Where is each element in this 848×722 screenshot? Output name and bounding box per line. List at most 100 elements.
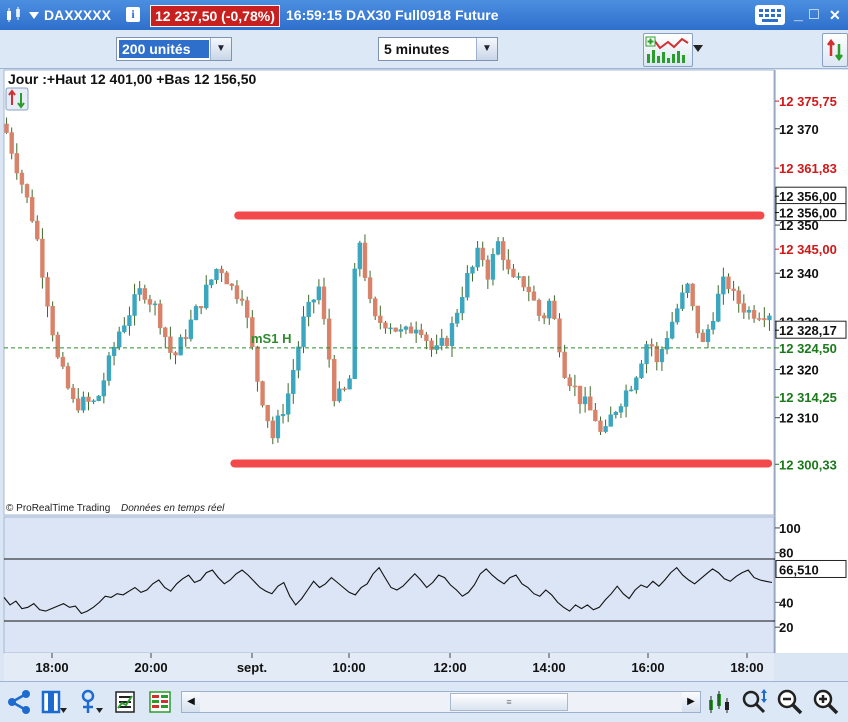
- candle-down: [485, 259, 491, 280]
- candle-down: [163, 327, 168, 338]
- osc-tick-label: 80: [779, 546, 793, 561]
- zoom-out-icon[interactable]: [776, 688, 804, 716]
- chevron-down-icon[interactable]: ▼: [210, 38, 231, 60]
- candle-up: [337, 388, 342, 402]
- candle-down: [29, 196, 35, 222]
- chevron-down-icon[interactable]: ▼: [476, 38, 497, 60]
- candle-up: [644, 344, 649, 365]
- candle-down: [342, 388, 347, 391]
- candle-up: [675, 308, 680, 323]
- candle-up: [721, 276, 726, 295]
- candle-down: [198, 306, 204, 309]
- candles-icon[interactable]: [5, 6, 23, 24]
- candle-down: [60, 356, 66, 367]
- auto-scale-icon[interactable]: [706, 688, 734, 716]
- candle-down: [173, 352, 178, 356]
- candle-up: [214, 268, 219, 281]
- candle-up: [91, 400, 96, 402]
- window-layout-icon[interactable]: [40, 688, 68, 716]
- candle-down: [45, 277, 50, 307]
- keyboard-icon[interactable]: [755, 5, 785, 25]
- units-select[interactable]: 200 unités ▼: [116, 37, 232, 61]
- chevron-down-icon[interactable]: [693, 45, 703, 52]
- drawing-tools-icon[interactable]: [78, 688, 106, 716]
- clock-time: 16:59:15: [286, 7, 343, 23]
- candle-down: [757, 318, 762, 320]
- title-bar: DAXXXXX i 12 237,50 (-0,78%) 16:59:15 DA…: [0, 0, 848, 30]
- minimize-button[interactable]: _: [794, 0, 803, 30]
- candle-up: [306, 301, 311, 317]
- candle-up: [449, 323, 455, 347]
- candle-up: [629, 389, 634, 392]
- candle-up: [311, 299, 316, 303]
- candle-down: [424, 334, 429, 342]
- candle-down: [562, 351, 567, 378]
- osc-tick-label: 100: [779, 521, 801, 536]
- horizontal-scrollbar[interactable]: ◀ ≡ ▶: [181, 691, 701, 713]
- refresh-button[interactable]: [822, 33, 848, 67]
- candle-up: [475, 247, 480, 268]
- candle-up: [547, 300, 552, 319]
- restore-button[interactable]: □: [809, 0, 819, 30]
- candle-down: [260, 381, 265, 406]
- candle-up: [669, 321, 675, 339]
- candle-up: [582, 396, 588, 405]
- candle-down: [408, 326, 414, 334]
- candle-down: [649, 344, 654, 347]
- zoom-in-icon[interactable]: [812, 688, 840, 716]
- units-value: 200 unités: [119, 40, 209, 58]
- candle-down: [76, 398, 81, 411]
- candle-down: [326, 318, 332, 360]
- instrument-name[interactable]: DAXXXXX: [44, 0, 111, 30]
- candle-down: [234, 285, 240, 300]
- candle-down: [567, 377, 572, 387]
- candle-up: [767, 315, 772, 321]
- candle-down: [444, 337, 450, 347]
- candle-up: [96, 395, 101, 401]
- info-icon[interactable]: i: [126, 7, 140, 22]
- y-tick-label: 12 310: [779, 411, 819, 426]
- candle-up: [680, 292, 685, 309]
- candle-up: [132, 294, 137, 316]
- candle-up: [618, 406, 624, 413]
- candle-up: [152, 303, 158, 306]
- order-button[interactable]: [5, 87, 29, 111]
- candle-down: [588, 396, 593, 411]
- x-tick-label: 12:00: [433, 660, 466, 675]
- candle-up: [204, 284, 209, 309]
- scroll-right-arrow[interactable]: ▶: [682, 692, 700, 712]
- y-tick-label: 12 320: [779, 363, 819, 378]
- scrollbar-thumb[interactable]: ≡: [450, 693, 568, 711]
- scroll-left-arrow[interactable]: ◀: [182, 692, 200, 712]
- table-icon[interactable]: [146, 688, 174, 716]
- candle-up: [460, 297, 465, 314]
- candle-down: [593, 409, 598, 422]
- candle-up: [470, 266, 475, 274]
- candle-up: [398, 329, 403, 332]
- timeframe-select[interactable]: 5 minutes ▼: [378, 37, 498, 61]
- candle-down: [690, 283, 695, 307]
- candle-down: [362, 242, 368, 278]
- share-icon[interactable]: [5, 688, 33, 716]
- close-button[interactable]: ✕: [829, 0, 841, 30]
- zoom-fit-icon[interactable]: [740, 688, 768, 716]
- candle-up: [705, 329, 711, 343]
- timeframe-value: 5 minutes: [384, 41, 450, 57]
- list-icon[interactable]: [112, 688, 140, 716]
- candle-down: [751, 310, 757, 319]
- candle-down: [378, 315, 383, 323]
- price-label: 12 345,00: [779, 242, 837, 257]
- x-tick-label: 20:00: [134, 660, 167, 675]
- price-chart[interactable]: mS1 H 12 31012 32012 33012 34012 35012 3…: [0, 69, 848, 681]
- candle-down: [511, 268, 516, 278]
- dropdown-arrow-icon[interactable]: [29, 12, 39, 19]
- candle-up: [388, 327, 393, 330]
- candle-down: [762, 318, 767, 321]
- candle-up: [634, 377, 639, 391]
- candle-down: [70, 387, 76, 400]
- chart-header: Jour :+Haut 12 401,00 +Bas 12 156,50: [8, 71, 256, 87]
- candle-up: [111, 346, 117, 356]
- candle-up: [137, 288, 142, 295]
- indicators-button[interactable]: [643, 33, 693, 67]
- candle-down: [35, 220, 40, 240]
